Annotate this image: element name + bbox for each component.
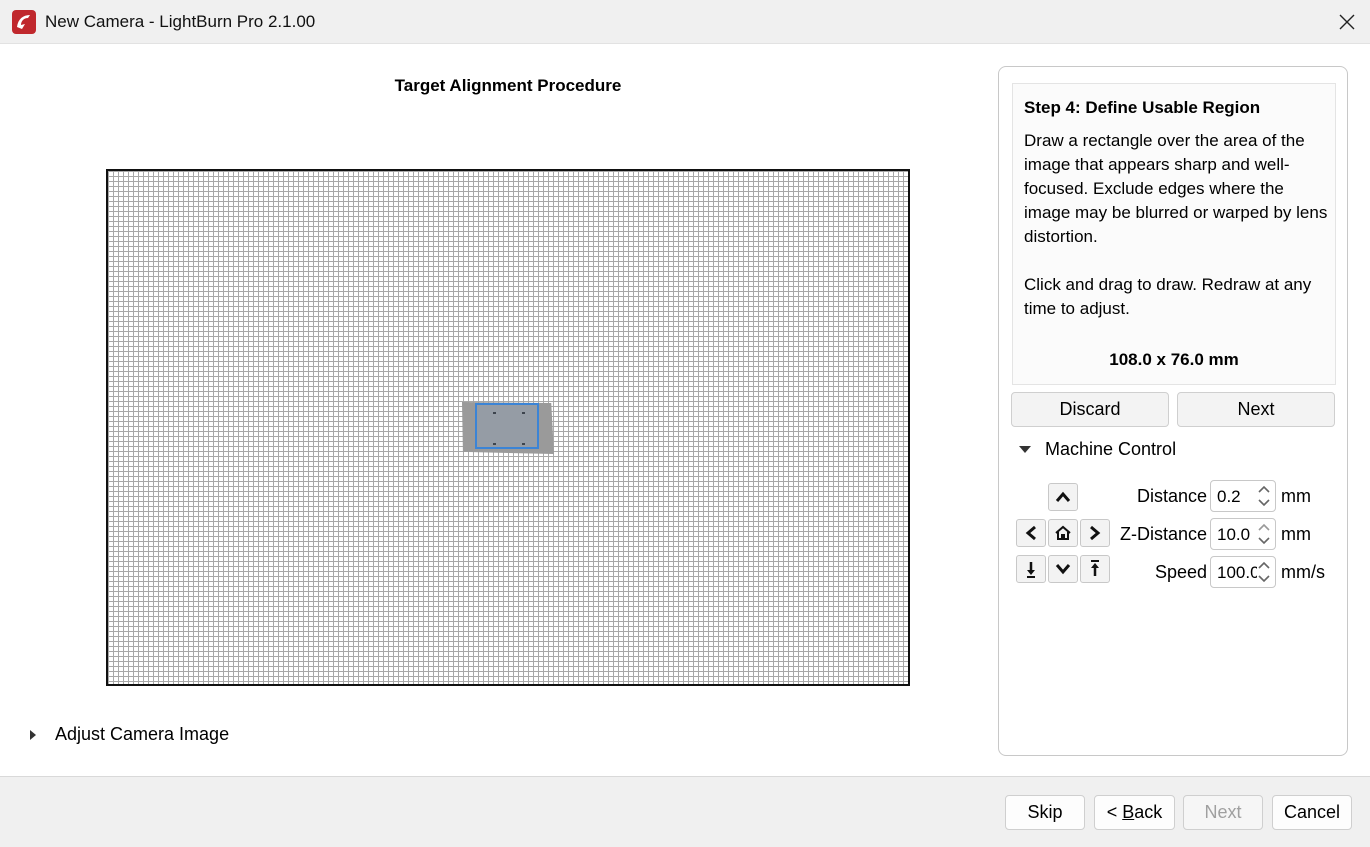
chevron-up-icon: [1055, 491, 1071, 502]
distance-value: 0.2: [1217, 487, 1241, 506]
speed-unit: mm/s: [1281, 562, 1325, 582]
adjust-camera-image-toggle[interactable]: Adjust Camera Image: [30, 724, 229, 745]
title-bar: New Camera - LightBurn Pro 2.1.00: [0, 0, 1370, 44]
spin-arrows[interactable]: [1255, 559, 1273, 585]
adjust-camera-image-label: Adjust Camera Image: [55, 724, 230, 744]
distance-unit: mm: [1281, 486, 1311, 506]
machine-control-label: Machine Control: [1045, 439, 1177, 459]
z-distance-value: 10.0: [1217, 525, 1251, 544]
back-mnemonic: B: [1122, 802, 1135, 822]
main-content: Target Alignment Procedure Adjust Camera…: [0, 45, 1370, 776]
discard-button[interactable]: Discard: [1011, 392, 1169, 427]
step-instruction: Click and drag to draw. Redraw at any ti…: [1024, 275, 1312, 318]
spin-down-icon: [1258, 499, 1270, 507]
next-step-button[interactable]: Next: [1177, 392, 1335, 427]
jog-z-down-button[interactable]: [1016, 555, 1046, 583]
cancel-button[interactable]: Cancel: [1272, 795, 1352, 830]
z-distance-label: Z-Distance: [1119, 524, 1207, 544]
close-icon: [1339, 14, 1355, 30]
jog-z-up-button[interactable]: [1080, 555, 1110, 583]
spin-up-icon: [1258, 561, 1270, 569]
spin-arrows[interactable]: [1255, 521, 1273, 547]
machine-control-toggle[interactable]: Machine Control: [1019, 439, 1176, 460]
z-down-icon: [1027, 562, 1035, 578]
distance-spinbox[interactable]: 0.2: [1210, 480, 1276, 512]
skip-button[interactable]: Skip: [1005, 795, 1085, 830]
speed-spinbox[interactable]: 100.0: [1210, 556, 1276, 588]
z-distance-spinbox[interactable]: 10.0: [1210, 518, 1276, 550]
spin-down-icon: [1258, 575, 1270, 583]
close-button[interactable]: [1324, 0, 1370, 44]
z-distance-unit: mm: [1281, 524, 1311, 544]
spin-arrows[interactable]: [1255, 483, 1273, 509]
chevron-right-icon: [1090, 525, 1101, 541]
speed-value: 100.0: [1217, 563, 1257, 582]
jog-home-button[interactable]: [1048, 519, 1078, 547]
chevron-down-icon: [1055, 564, 1071, 575]
jog-up-button[interactable]: [1048, 483, 1078, 511]
side-panel: Step 4: Define Usable Region Draw a rect…: [998, 66, 1348, 756]
back-button[interactable]: < Back: [1094, 795, 1175, 830]
back-prefix: <: [1106, 802, 1123, 822]
footer-bar: Skip < Back Next Cancel: [0, 776, 1370, 847]
step-description: Draw a rectangle over the area of the im…: [1024, 131, 1328, 246]
collapse-arrow-icon: [1019, 446, 1031, 453]
alignment-grid-canvas[interactable]: [106, 169, 910, 686]
expand-arrow-icon: [30, 729, 36, 740]
procedure-title: Target Alignment Procedure: [394, 76, 622, 95]
speed-label: Speed: [1154, 562, 1207, 582]
chevron-left-icon: [1025, 525, 1036, 541]
home-icon: [1055, 525, 1071, 540]
distance-label: Distance: [1136, 486, 1207, 506]
step-title: Step 4: Define Usable Region: [1024, 98, 1261, 117]
window-title: New Camera - LightBurn Pro 2.1.00: [45, 12, 316, 31]
jog-right-button[interactable]: [1080, 519, 1110, 547]
back-rest: ack: [1134, 802, 1163, 822]
z-up-icon: [1091, 560, 1099, 576]
jog-down-button[interactable]: [1048, 555, 1078, 583]
step-info-box: Step 4: Define Usable Region Draw a rect…: [1012, 83, 1336, 385]
jog-left-button[interactable]: [1016, 519, 1046, 547]
region-dimensions: 108.0 x 76.0 mm: [1109, 350, 1239, 369]
next-button[interactable]: Next: [1183, 795, 1263, 830]
spin-down-icon: [1258, 537, 1270, 545]
usable-region-rectangle[interactable]: [475, 403, 539, 449]
spin-up-icon: [1258, 523, 1270, 531]
spin-up-icon: [1258, 485, 1270, 493]
lightburn-app-icon: [12, 10, 36, 34]
